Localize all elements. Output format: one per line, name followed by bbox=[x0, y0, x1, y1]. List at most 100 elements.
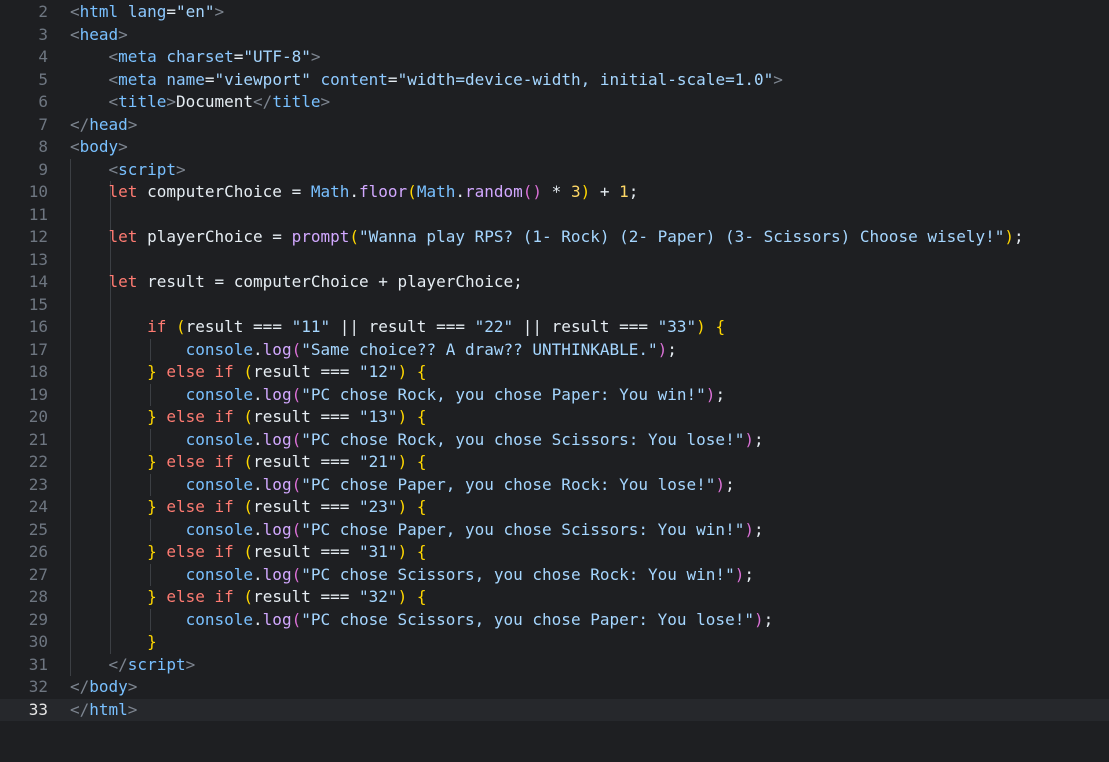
code-line-10[interactable]: 10 let computerChoice = Math.floor(Math.… bbox=[0, 181, 1109, 204]
code-line-26[interactable]: 26 } else if (result === "31") { bbox=[0, 541, 1109, 564]
code-line-19[interactable]: 19 console.log("PC chose Rock, you chose… bbox=[0, 384, 1109, 407]
line-number: 32 bbox=[28, 677, 48, 696]
line-code[interactable]: <head> bbox=[70, 24, 128, 47]
token-fn: log bbox=[262, 339, 292, 359]
code-line-18[interactable]: 18 } else if (result === "12") { bbox=[0, 361, 1109, 384]
line-code[interactable]: } else if (result === "23") { bbox=[70, 496, 426, 519]
line-code[interactable]: <title>Document</title> bbox=[70, 91, 331, 114]
token-b1: } bbox=[147, 632, 157, 651]
code-line-25[interactable]: 25 console.log("PC chose Paper, you chos… bbox=[0, 519, 1109, 542]
code-line-22[interactable]: 22 } else if (result === "21") { bbox=[0, 451, 1109, 474]
code-line-13[interactable]: 13 bbox=[0, 249, 1109, 272]
code-line-7[interactable]: 7 </head> bbox=[0, 114, 1109, 137]
line-code[interactable]: } else if (result === "13") { bbox=[70, 406, 426, 429]
code-line-30[interactable]: 30 } bbox=[0, 631, 1109, 654]
code-line-15[interactable]: 15 bbox=[0, 294, 1109, 317]
code-line-4[interactable]: 4 <meta charset="UTF-8"> bbox=[0, 46, 1109, 69]
code-line-33[interactable]: 33 </html> bbox=[0, 698, 1109, 722]
token-str: "31" bbox=[359, 542, 398, 561]
code-line-32[interactable]: 32 </body> bbox=[0, 676, 1109, 699]
line-number: 12 bbox=[28, 227, 48, 246]
token-punct: > bbox=[310, 47, 321, 66]
code-line-8[interactable]: 8 <body> bbox=[0, 136, 1109, 159]
code-line-16[interactable]: 16 if (result === "11" || result === "22… bbox=[0, 316, 1109, 339]
token-var: result bbox=[253, 497, 321, 516]
line-code[interactable]: <meta name="viewport" content="width=dev… bbox=[70, 69, 783, 92]
code-line-9[interactable]: 9 <script> bbox=[0, 159, 1109, 182]
line-code[interactable]: let computerChoice = Math.floor(Math.ran… bbox=[70, 181, 639, 204]
code-line-12[interactable]: 12 let playerChoice = prompt("Wanna play… bbox=[0, 226, 1109, 249]
line-code[interactable]: </body> bbox=[70, 676, 137, 699]
line-code[interactable]: console.log("PC chose Scissors, you chos… bbox=[70, 609, 774, 632]
token-b1: } bbox=[147, 542, 157, 561]
token-op: === bbox=[253, 317, 292, 336]
code-line-6[interactable]: 6 <title>Document</title> bbox=[0, 91, 1109, 114]
token-b1: ) bbox=[397, 587, 408, 606]
line-code[interactable]: let result = computerChoice + playerChoi… bbox=[70, 271, 523, 294]
line-number: 5 bbox=[38, 69, 48, 89]
token-b1: ) bbox=[696, 317, 706, 336]
code-line-28[interactable]: 28 } else if (result === "32") { bbox=[0, 586, 1109, 609]
line-code[interactable]: console.log("PC chose Paper, you chose S… bbox=[70, 519, 764, 542]
token-op: === bbox=[436, 317, 475, 336]
token-b1: { bbox=[416, 362, 427, 381]
line-code[interactable]: <meta charset="UTF-8"> bbox=[70, 46, 321, 69]
code-line-3[interactable]: 3 <head> bbox=[0, 24, 1109, 47]
code-line-20[interactable]: 20 } else if (result === "13") { bbox=[0, 406, 1109, 429]
line-code[interactable]: </html> bbox=[70, 699, 137, 722]
line-code[interactable]: let playerChoice = prompt("Wanna play RP… bbox=[70, 226, 1024, 249]
code-line-23[interactable]: 23 console.log("PC chose Paper, you chos… bbox=[0, 474, 1109, 497]
line-code[interactable]: console.log("PC chose Rock, you chose Pa… bbox=[70, 384, 725, 407]
code-line-21[interactable]: 21 console.log("PC chose Rock, you chose… bbox=[0, 429, 1109, 452]
code-line-5[interactable]: 5 <meta name="viewport" content="width=d… bbox=[0, 69, 1109, 92]
line-number: 6 bbox=[38, 92, 48, 111]
line-code[interactable]: if (result === "11" || result === "22" |… bbox=[70, 316, 725, 339]
line-code[interactable]: </script> bbox=[70, 654, 196, 677]
token-op: * bbox=[542, 182, 571, 201]
token-op: ; bbox=[753, 429, 764, 449]
line-code[interactable]: } else if (result === "31") { bbox=[70, 541, 426, 564]
token-str: "13" bbox=[359, 407, 398, 426]
token-str: "UTF-8" bbox=[243, 47, 311, 66]
line-code[interactable]: } bbox=[70, 631, 157, 654]
token-str: "23" bbox=[359, 497, 398, 516]
line-code[interactable]: <html lang="en"> bbox=[70, 1, 224, 24]
line-code[interactable]: </head> bbox=[70, 114, 137, 137]
line-code[interactable]: <body> bbox=[70, 136, 128, 159]
token-var: result bbox=[185, 317, 254, 336]
code-line-11[interactable]: 11 bbox=[0, 204, 1109, 227]
token-punct: > bbox=[185, 654, 196, 674]
line-code[interactable]: } else if (result === "12") { bbox=[70, 361, 426, 384]
code-editor[interactable]: 2 <html lang="en"> 3 <head> 4 <meta charset=… bbox=[0, 0, 1109, 762]
token-op: === bbox=[320, 452, 360, 471]
code-line-17[interactable]: 17 console.log("Same choice?? A draw?? U… bbox=[0, 339, 1109, 362]
line-code[interactable]: <script> bbox=[70, 159, 186, 182]
token-op: ; bbox=[725, 474, 735, 494]
line-number: 23 bbox=[28, 474, 48, 494]
token-op: + bbox=[590, 182, 620, 201]
line-code[interactable]: console.log("PC chose Scissors, you chos… bbox=[70, 564, 754, 587]
token-fn: prompt bbox=[291, 227, 350, 246]
code-line-27[interactable]: 27 console.log("PC chose Scissors, you c… bbox=[0, 564, 1109, 587]
line-code[interactable]: } else if (result === "32") { bbox=[70, 586, 426, 609]
line-code[interactable]: console.log("PC chose Rock, you chose Sc… bbox=[70, 429, 764, 452]
code-line-29[interactable]: 29 console.log("PC chose Scissors, you c… bbox=[0, 609, 1109, 632]
code-line-31[interactable]: 31 </script> bbox=[0, 654, 1109, 677]
code-line-24[interactable]: 24 } else if (result === "23") { bbox=[0, 496, 1109, 519]
line-code[interactable]: console.log("PC chose Paper, you chose R… bbox=[70, 474, 735, 497]
code-line-14[interactable]: 14 let result = computerChoice + playerC… bbox=[0, 271, 1109, 294]
token-tag: html bbox=[79, 2, 119, 21]
code-line-2[interactable]: 2 <html lang="en"> bbox=[0, 1, 1109, 24]
line-code[interactable]: } else if (result === "21") { bbox=[70, 451, 426, 474]
line-code[interactable]: console.log("Same choice?? A draw?? UNTH… bbox=[70, 339, 677, 362]
line-number: 13 bbox=[28, 249, 48, 269]
token-obj: console bbox=[185, 609, 254, 629]
